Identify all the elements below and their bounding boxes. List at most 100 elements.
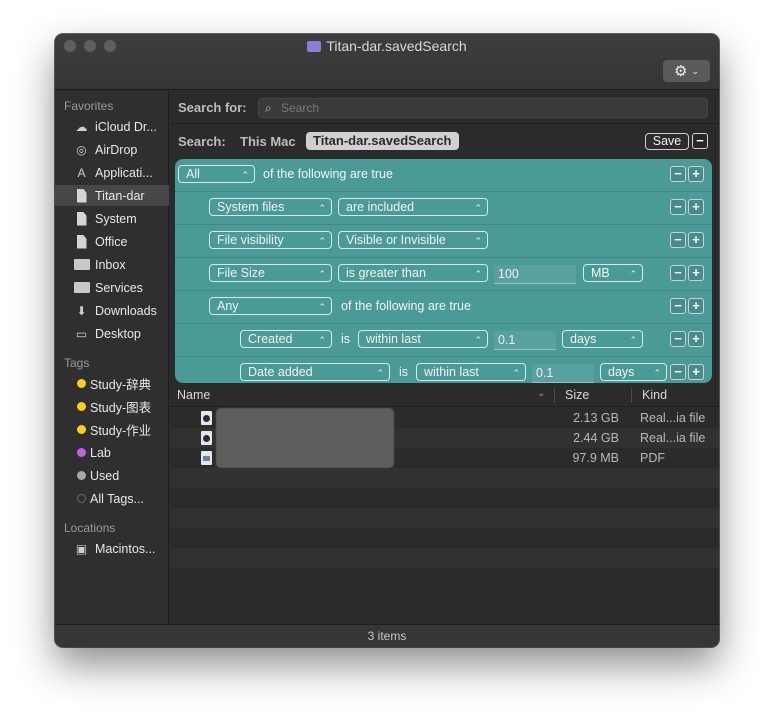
remove-criteria-button[interactable]: −: [670, 232, 686, 248]
sidebar-item-label: Used: [90, 468, 120, 483]
sidebar-item-label: All Tags...: [90, 491, 144, 506]
sidebar-item-downloads[interactable]: ⬇ Downloads: [55, 300, 169, 321]
sidebar-header-tags: Tags: [64, 356, 90, 370]
sidebar-item-label: AirDrop: [95, 142, 138, 157]
match-all-popup[interactable]: All: [178, 165, 255, 183]
sidebar-item-macintosh-hd[interactable]: ▣ Macintos...: [55, 538, 169, 559]
scope-selected[interactable]: Titan-dar.savedSearch: [306, 132, 459, 150]
sidebar-item-label: Inbox: [95, 257, 126, 272]
sidebar-item-applications[interactable]: A Applicati...: [55, 162, 169, 183]
column-header-name[interactable]: Name: [177, 388, 210, 402]
desktop-icon: ▭: [75, 326, 88, 341]
attribute-popup[interactable]: Created: [240, 330, 332, 348]
sidebar-tag-used[interactable]: Used: [55, 465, 169, 486]
add-criteria-button[interactable]: +: [688, 265, 704, 281]
gear-icon: ⚙: [674, 63, 688, 80]
scope-label: Search:: [178, 134, 226, 149]
match-any-popup[interactable]: Any: [209, 297, 332, 315]
add-criteria-button[interactable]: +: [688, 232, 704, 248]
sort-chevron-icon[interactable]: ⌄: [537, 388, 545, 399]
all-tags-icon: [77, 494, 86, 503]
download-icon: ⬇: [76, 303, 87, 318]
sidebar-item-icloud[interactable]: ☁ iCloud Dr...: [55, 116, 169, 137]
sidebar-tag-all[interactable]: All Tags...: [55, 488, 169, 509]
operator-popup[interactable]: is greater than: [338, 264, 488, 282]
title-bar: Titan-dar.savedSearch ⚙ ⌄: [55, 34, 719, 90]
sidebar-item-label: Downloads: [95, 303, 157, 318]
sidebar-item-services[interactable]: Services: [55, 277, 169, 298]
sidebar-tag-lab[interactable]: Lab: [55, 442, 169, 463]
attribute-popup[interactable]: Date added: [240, 363, 390, 381]
results-header: Name ⌄ Size Kind: [170, 383, 719, 407]
column-divider[interactable]: [631, 387, 632, 403]
column-header-kind[interactable]: Kind: [642, 388, 667, 402]
file-kind: PDF: [640, 451, 665, 465]
column-divider[interactable]: [554, 387, 555, 403]
action-menu-button[interactable]: ⚙ ⌄: [663, 60, 710, 82]
sidebar-item-airdrop[interactable]: ◎ AirDrop: [55, 139, 169, 160]
remove-criteria-button[interactable]: −: [670, 199, 686, 215]
add-criteria-button[interactable]: +: [688, 331, 704, 347]
sidebar-tag-study-homework[interactable]: Study-作业: [55, 419, 169, 440]
sidebar-item-inbox[interactable]: Inbox: [55, 254, 169, 275]
search-for-label: Search for:: [178, 100, 247, 115]
sidebar-tag-study-dict[interactable]: Study-辞典: [55, 373, 169, 394]
remove-button[interactable]: −: [692, 133, 708, 149]
attribute-popup[interactable]: System files: [209, 198, 332, 216]
days-value-field[interactable]: 0.1: [532, 364, 594, 383]
criteria-row-all: All of the following are true − +: [175, 159, 712, 192]
add-criteria-button[interactable]: +: [688, 199, 704, 215]
sidebar-item-titan-dar[interactable]: Titan-dar: [55, 185, 169, 206]
tag-dot-icon: [77, 471, 86, 480]
redacted-filenames: [216, 408, 394, 468]
file-size: 2.13 GB: [573, 411, 619, 425]
attribute-popup[interactable]: File Size: [209, 264, 332, 282]
criteria-text: of the following are true: [341, 299, 471, 313]
add-criteria-button[interactable]: +: [688, 166, 704, 182]
add-criteria-button[interactable]: +: [688, 298, 704, 314]
document-icon: [73, 211, 90, 226]
unit-popup[interactable]: days: [562, 330, 643, 348]
sidebar-item-label: Study-作业: [90, 424, 152, 438]
remove-criteria-button[interactable]: −: [670, 364, 686, 380]
operator-popup[interactable]: within last: [358, 330, 488, 348]
tag-dot-icon: [77, 425, 86, 434]
is-label: is: [399, 365, 409, 379]
sidebar-header-favorites: Favorites: [64, 99, 114, 113]
remove-criteria-button[interactable]: −: [670, 331, 686, 347]
sidebar-item-system[interactable]: System: [55, 208, 169, 229]
folder-icon: [73, 280, 90, 295]
size-value-field[interactable]: 100: [494, 265, 576, 284]
sidebar-item-desktop[interactable]: ▭ Desktop: [55, 323, 169, 344]
unit-popup[interactable]: days: [600, 363, 667, 381]
sidebar-item-label: Macintos...: [95, 541, 156, 556]
operator-popup[interactable]: Visible or Invisible: [338, 231, 488, 249]
empty-row: [170, 568, 719, 588]
attribute-popup[interactable]: File visibility: [209, 231, 332, 249]
operator-popup[interactable]: are included: [338, 198, 488, 216]
file-size: 97.9 MB: [572, 451, 619, 465]
sidebar-tag-study-chart[interactable]: Study-图表: [55, 396, 169, 417]
criteria-row-any: Any of the following are true − +: [175, 291, 712, 324]
scope-this-mac[interactable]: This Mac: [240, 134, 296, 149]
sidebar-item-label: Desktop: [95, 326, 141, 341]
media-file-icon: [201, 431, 212, 445]
file-kind: Real...ia file: [640, 411, 706, 425]
sidebar-item-office[interactable]: Office: [55, 231, 169, 252]
save-button[interactable]: Save: [645, 133, 689, 150]
remove-criteria-button[interactable]: −: [670, 166, 686, 182]
remove-criteria-button[interactable]: −: [670, 265, 686, 281]
search-input[interactable]: ⌕ Search: [258, 98, 708, 118]
pdf-file-icon: [201, 451, 212, 465]
add-criteria-button[interactable]: +: [688, 364, 704, 380]
empty-row: [170, 528, 719, 548]
criteria-row-date-added: Date added is within last 0.1 days − +: [175, 357, 712, 383]
days-value-field[interactable]: 0.1: [494, 331, 556, 350]
column-header-size[interactable]: Size: [565, 388, 589, 402]
unit-popup[interactable]: MB: [583, 264, 643, 282]
status-bar: 3 items: [55, 624, 719, 647]
sidebar-header-locations: Locations: [64, 521, 116, 535]
operator-popup[interactable]: within last: [416, 363, 526, 381]
remove-criteria-button[interactable]: −: [670, 298, 686, 314]
finder-window: Titan-dar.savedSearch ⚙ ⌄ Favorites ☁ iC…: [55, 34, 719, 647]
